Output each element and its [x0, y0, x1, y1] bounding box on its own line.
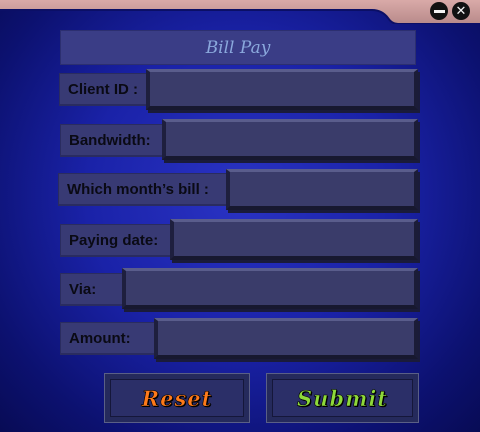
- bandwidth-input[interactable]: [166, 122, 414, 156]
- submit-button-label: Submit: [296, 385, 388, 411]
- title-bar-shape: [0, 0, 480, 24]
- close-button[interactable]: ✕: [452, 2, 470, 20]
- bandwidth-field[interactable]: [162, 119, 418, 160]
- title-bar: ✕: [0, 0, 480, 24]
- close-icon: ✕: [455, 3, 467, 19]
- via-input[interactable]: [126, 271, 414, 305]
- bandwidth-label: Bandwidth:: [60, 124, 170, 157]
- via-field[interactable]: [122, 268, 418, 309]
- client-id-label: Client ID :: [59, 73, 156, 106]
- minimize-button[interactable]: [430, 2, 448, 20]
- reset-button[interactable]: Reset: [104, 373, 250, 423]
- amount-label: Amount:: [60, 322, 164, 355]
- month-bill-input[interactable]: [230, 172, 414, 206]
- month-bill-field[interactable]: [226, 169, 418, 210]
- client-id-input[interactable]: [150, 72, 414, 106]
- form-header: Bill Pay: [60, 30, 416, 65]
- reset-button-label: Reset: [141, 385, 213, 411]
- amount-input[interactable]: [158, 321, 414, 355]
- paying-date-input[interactable]: [174, 222, 414, 256]
- client-id-field[interactable]: [146, 69, 418, 110]
- submit-button[interactable]: Submit: [266, 373, 419, 423]
- paying-date-field[interactable]: [170, 219, 418, 260]
- form-title: Bill Pay: [205, 37, 271, 58]
- month-bill-label: Which month’s bill :: [58, 173, 234, 206]
- paying-date-label: Paying date:: [60, 224, 180, 257]
- amount-field[interactable]: [154, 318, 418, 359]
- minimize-icon: [433, 9, 445, 13]
